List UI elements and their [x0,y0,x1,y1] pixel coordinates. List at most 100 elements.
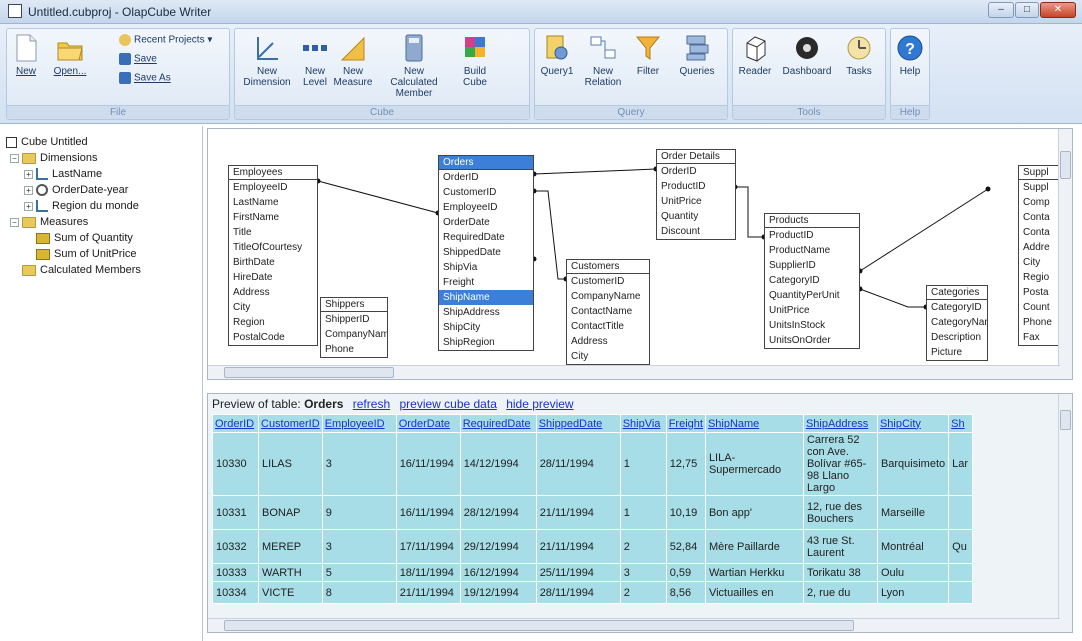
table-field[interactable]: LastName [229,195,317,210]
maximize-button[interactable]: □ [1015,2,1039,18]
table-field[interactable]: CompanyName [321,327,387,342]
new-button[interactable]: New [11,33,41,77]
table-title[interactable]: Categories [927,286,987,300]
table-field[interactable]: Quantity [657,209,735,224]
diagram-horizontal-scrollbar[interactable] [208,365,1060,379]
table-employees[interactable]: Employees EmployeeID LastName FirstName Titl… [228,165,318,346]
save-as-button[interactable]: Save As [119,72,171,85]
tree-dimensions[interactable]: − Dimensions [6,150,202,166]
table-field[interactable]: ShipAddress [439,305,533,320]
diagram-vertical-scrollbar[interactable] [1058,129,1072,379]
build-cube-button[interactable]: Build Cube [457,33,493,88]
table-field[interactable]: QuantityPerUnit [765,288,859,303]
scroll-thumb[interactable] [1060,410,1071,430]
table-field[interactable]: Address [229,285,317,300]
column-header[interactable]: ShippedDate [535,414,621,433]
new-level-button[interactable]: New Level [301,33,329,88]
column-header[interactable]: Sh [948,414,974,433]
table-field[interactable]: ShipName [439,290,533,305]
table-field[interactable]: ShipCity [439,320,533,335]
table-field[interactable]: ProductName [765,243,859,258]
table-field[interactable]: Discount [657,224,735,239]
table-field[interactable]: ShipRegion [439,335,533,350]
tree-dimension-region[interactable]: + Region du monde [6,198,202,214]
table-field[interactable]: Title [229,225,317,240]
tasks-button[interactable]: Tasks [841,33,877,77]
table-row[interactable]: 10333 WARTH 5 18/11/1994 16/12/1994 25/11/199… [212,563,974,582]
table-field[interactable]: OrderDate [439,215,533,230]
table-field[interactable]: UnitsInStock [765,318,859,333]
recent-projects-button[interactable]: Recent Projects ▾ [119,34,212,47]
table-orders[interactable]: Orders OrderID CustomerID EmployeeID OrderDa… [438,155,534,351]
scroll-thumb[interactable] [224,620,854,631]
column-header[interactable]: ShipAddress [802,414,878,433]
table-field[interactable]: CategoryID [927,300,987,315]
table-field[interactable]: ProductID [657,179,735,194]
table-field[interactable]: ContactTitle [567,319,649,334]
table-field[interactable]: PostalCode [229,330,317,345]
table-field[interactable]: ContactName [567,304,649,319]
expand-icon[interactable]: + [24,185,33,195]
column-header[interactable]: Freight [665,414,706,433]
table-field[interactable]: UnitPrice [657,194,735,209]
scroll-thumb[interactable] [224,367,394,378]
table-field[interactable]: RequiredDate [439,230,533,245]
table-field[interactable]: EmployeeID [439,200,533,215]
dashboard-button[interactable]: Dashboard [777,33,837,77]
minimize-button[interactable]: – [988,2,1014,18]
open-button[interactable]: Open... [47,33,93,77]
table-order-details[interactable]: Order Details OrderID ProductID UnitPrice Qu… [656,149,736,240]
table-row[interactable]: 10331 BONAP 9 16/11/1994 28/12/1994 21/11/199… [212,495,974,530]
filter-button[interactable]: Filter [631,33,665,77]
new-dimension-button[interactable]: New Dimension [239,33,295,88]
table-title[interactable]: Order Details [657,150,735,164]
preview-cube-data-link[interactable]: preview cube data [399,397,496,411]
table-field[interactable]: Description [927,330,987,345]
table-field[interactable]: City [567,349,649,364]
table-field[interactable]: CustomerID [567,274,649,289]
table-row[interactable]: 10332 MEREP 3 17/11/1994 29/12/1994 21/11/199… [212,529,974,564]
table-categories[interactable]: CategoriesCategoryIDCategoryNameDescript… [926,285,988,361]
table-field[interactable]: ProductID [765,228,859,243]
tree-measure-quantity[interactable]: Sum of Quantity [6,230,202,246]
table-field[interactable]: ShipperID [321,312,387,327]
table-field[interactable]: FirstName [229,210,317,225]
column-header[interactable]: EmployeeID [321,414,397,433]
collapse-icon[interactable]: − [10,217,19,227]
tree-root[interactable]: Cube Untitled [6,134,202,150]
queries-button[interactable]: Queries [675,33,719,77]
table-field[interactable]: CustomerID [439,185,533,200]
table-field[interactable]: CategoryName [927,315,987,330]
table-field[interactable]: City [229,300,317,315]
table-title[interactable]: Employees [229,166,317,180]
table-field[interactable]: ShippedDate [439,245,533,260]
column-header[interactable]: ShipVia [619,414,667,433]
table-field[interactable]: OrderID [439,170,533,185]
table-field[interactable]: SupplierID [765,258,859,273]
table-field[interactable]: Address [567,334,649,349]
tree-dimension-lastname[interactable]: + LastName [6,166,202,182]
query1-button[interactable]: Query1 [539,33,575,77]
table-field[interactable]: Freight [439,275,533,290]
tree-measures[interactable]: − Measures [6,214,202,230]
tree-calculated-members[interactable]: Calculated Members [6,262,202,278]
table-field[interactable]: Picture [927,345,987,360]
new-relation-button[interactable]: New Relation [581,33,625,88]
collapse-icon[interactable]: − [10,153,19,163]
table-field[interactable]: OrderID [657,164,735,179]
schema-diagram[interactable]: Employees EmployeeID LastName FirstName Titl… [207,128,1073,380]
save-button[interactable]: Save [119,53,157,66]
tree-measure-unitprice[interactable]: Sum of UnitPrice [6,246,202,262]
new-calculated-member-button[interactable]: New Calculated Member [379,33,449,99]
new-measure-button[interactable]: New Measure [333,33,373,88]
table-field[interactable]: CompanyName [567,289,649,304]
table-products[interactable]: Products ProductID ProductName SupplierID Ca… [764,213,860,349]
table-field[interactable]: Phone [321,342,387,357]
table-title[interactable]: Products [765,214,859,228]
refresh-link[interactable]: refresh [353,397,390,411]
table-row[interactable]: 10330 LILAS 3 16/11/1994 14/12/1994 28/11/199… [212,432,974,496]
preview-horizontal-scrollbar[interactable] [208,618,1060,632]
table-field[interactable]: ShipVia [439,260,533,275]
table-field[interactable]: CategoryID [765,273,859,288]
column-header[interactable]: ShipCity [876,414,950,433]
